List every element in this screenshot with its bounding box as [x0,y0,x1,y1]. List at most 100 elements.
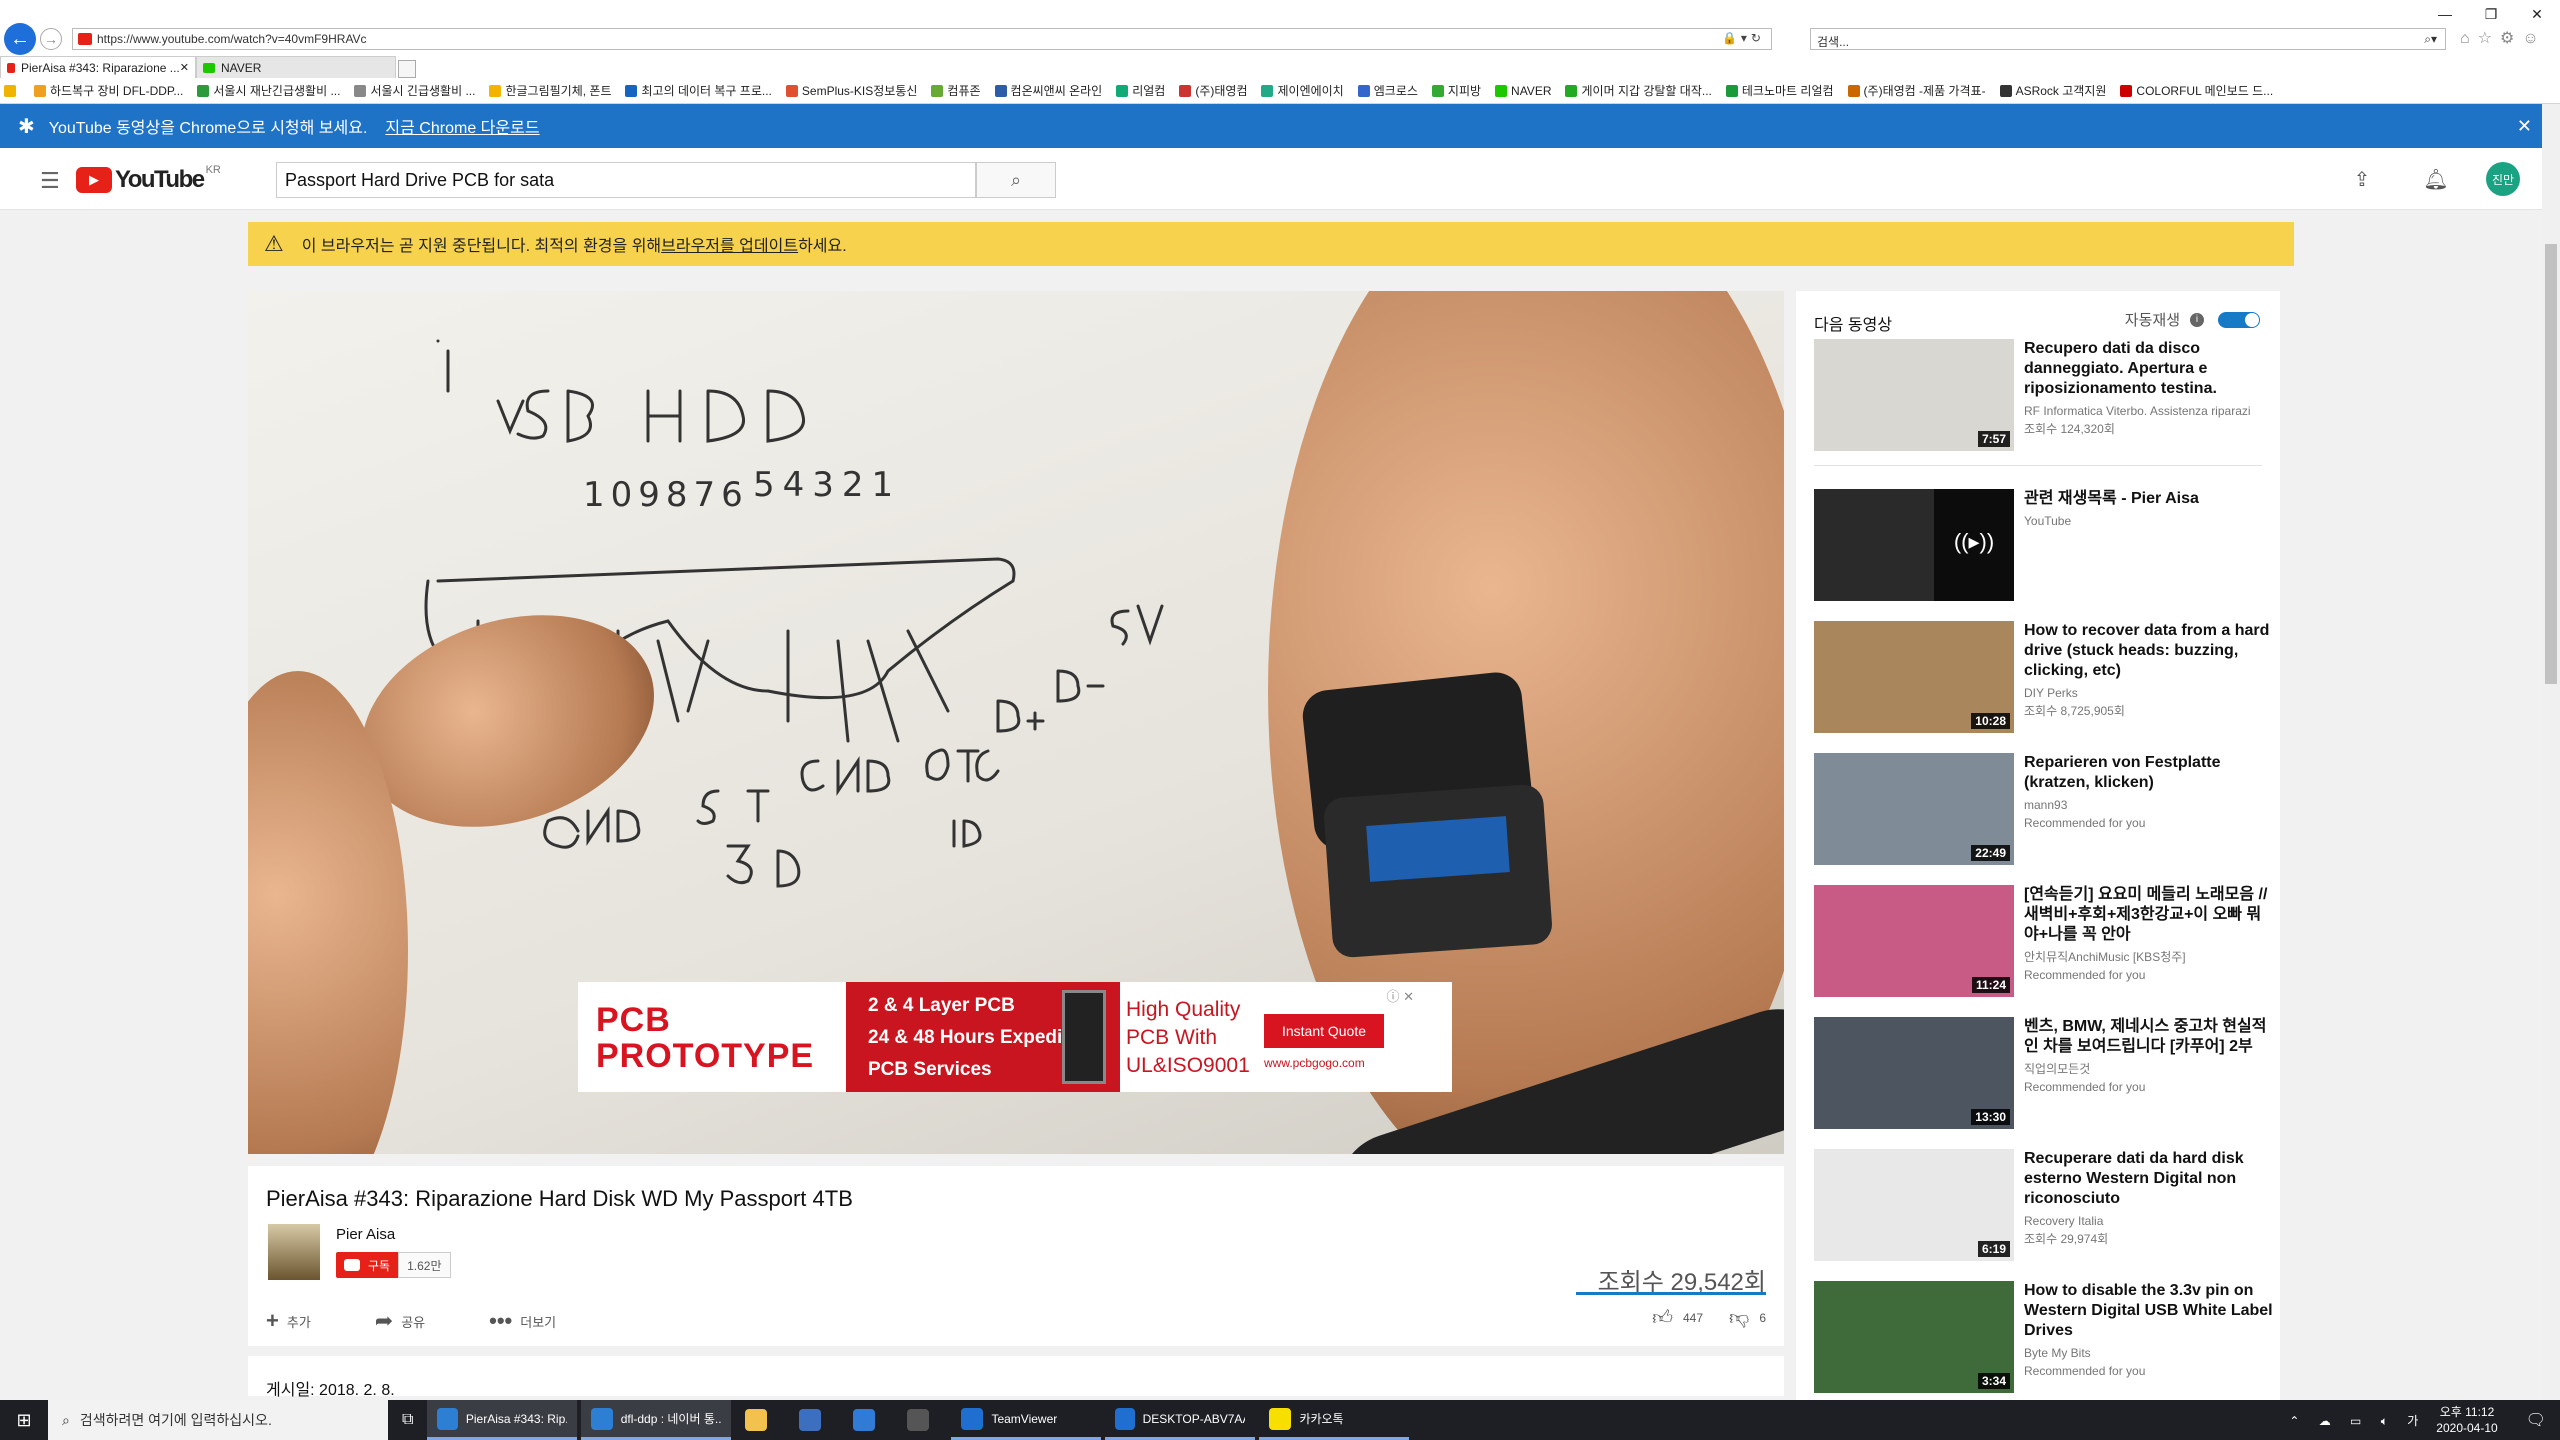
bookmark-item[interactable]: ASRock 고객지원 [1999,82,2106,99]
video-thumbnail[interactable]: 3:34 [1814,1281,2014,1393]
windows-start-icon[interactable]: ⊞ [0,1400,48,1440]
taskbar-search[interactable]: ⌕ 검색하려면 여기에 입력하십시오. [48,1400,388,1440]
taskbar-app-button[interactable] [897,1400,947,1440]
video-thumbnail[interactable]: 13:30 [1814,1017,2014,1129]
bookmark-item[interactable]: (주)태영컴 -제품 가격표- [1847,82,1986,99]
bookmark-item[interactable]: 서울시 긴급생활비 ... [354,82,475,99]
video-thumbnail[interactable]: ((▸)) [1814,489,2014,601]
task-view-icon[interactable]: ⧉ [392,1400,423,1440]
taskbar-app-button[interactable]: dfl-ddp : 네이버 통... [581,1400,732,1440]
bookmark-item[interactable]: 한글그림필기체, 폰트 [489,82,611,99]
related-video-card[interactable]: 7:57 Recupero dati da disco danneggiato. … [1814,339,2264,451]
address-bar-buttons[interactable]: 🔒▾↻ [1722,31,1765,45]
instant-quote-button[interactable]: Instant Quote [1264,1014,1384,1048]
bookmark-item[interactable]: 리얼컴 [1116,82,1165,99]
forward-button[interactable]: → [40,28,62,50]
related-video-card[interactable]: 10:28 How to recover data from a hard dri… [1814,621,2269,733]
bookmark-item[interactable]: 하드복구 장비 DFL-DDP... [34,82,183,99]
related-video-card[interactable]: 13:30 벤츠, BMW, 제네시스 중고차 현실적인 차를 보여드립니다 [카… [1814,1017,2266,1129]
bookmark-item[interactable]: 게이머 지갑 강탈할 대작... [1565,82,1712,99]
taskbar-app-button[interactable]: 카카오톡 [1259,1400,1410,1440]
search-input[interactable]: Passport Hard Drive PCB for sata [276,162,976,198]
bookmark-item[interactable]: 테크노마트 리얼컴 [1725,82,1834,99]
bookmark-item[interactable]: SemPlus-KIS정보통신 [785,82,917,99]
subscribe-label-area[interactable]: 구독 [336,1252,399,1278]
menu-icon[interactable]: ☰ [40,168,60,194]
taskbar-app-button[interactable] [843,1400,893,1440]
banner-close-icon[interactable]: ✕ [2517,116,2532,137]
related-video-title[interactable]: Recupero dati da disco danneggiato. Aper… [2024,339,2274,399]
video-player[interactable]: 109876 54321 PCB PROTOTYPE 2 & 4 Layer P… [248,291,1784,1154]
bookmark-item[interactable]: 컴온씨앤씨 온라인 [994,82,1102,99]
add-to-button[interactable]: + 추가 [266,1308,343,1334]
home-icon[interactable]: ⌂ [2460,30,2478,47]
related-video-title[interactable]: Recuperare dati da hard disk esterno Wes… [2024,1149,2274,1209]
chrome-download-link[interactable]: 지금 Chrome 다운로드 [385,114,539,138]
related-video-card[interactable]: 6:19 Recuperare dati da hard disk esterno… [1814,1149,2264,1261]
taskbar-app-button[interactable]: DESKTOP-ABV7AA... [1105,1400,1256,1440]
tray-icons[interactable]: ⌃ ☁ ▭ 🔈︎ 가 [2289,1412,2426,1429]
browser-search-box[interactable]: 검색... ⌕▾ [1810,28,2446,50]
taskbar-app-button[interactable]: TeamViewer [951,1400,1102,1440]
back-button[interactable]: ← [4,23,36,55]
related-video-card[interactable]: 22:49 Reparieren von Festplatte (kratzen,… [1814,753,2264,865]
bookmark-item[interactable]: 제이엔에이치 [1261,82,1344,99]
bookmark-item[interactable]: 지피방 [1431,82,1481,99]
ad-close-icon[interactable]: ⓘ ✕ [1386,986,1414,1005]
share-button[interactable]: ➦ 공유 [375,1308,457,1334]
clock[interactable]: 오후 11:12 2020-04-10 [2436,1404,2497,1436]
ad-url[interactable]: www.pcbgogo.com [1264,1056,1365,1070]
search-icon[interactable]: ⌕▾ [2424,32,2437,47]
upload-icon[interactable]: ⇪ [2340,162,2384,196]
taskbar-app-button[interactable] [735,1400,785,1440]
notifications-bell-icon[interactable]: 🔔︎ [2414,162,2458,196]
related-video-title[interactable]: 벤츠, BMW, 제네시스 중고차 현실적인 차를 보여드립니다 [카푸어] 2… [2024,1017,2274,1057]
related-video-card[interactable]: ((▸)) 관련 재생목록 - Pier Aisa YouTube [1814,489,2264,601]
related-video-title[interactable]: Reparieren von Festplatte (kratzen, klic… [2024,753,2274,793]
taskbar-app-button[interactable] [789,1400,839,1440]
tab-youtube[interactable]: PierAisa #343: Riparazione ... ✕ [0,56,196,78]
taskbar-app-button[interactable]: PierAisa #343: Rip... [427,1400,578,1440]
channel-name[interactable]: Pier Aisa [336,1226,395,1243]
related-video-card[interactable]: 11:24 [연속듣기] 요요미 메들리 노래모음 // 새벽비+후회+제3한강교… [1814,885,2267,997]
bookmark-item[interactable]: (주)태영컴 [1179,82,1247,99]
bookmark-item[interactable]: COLORFUL 메인보드 드... [2120,82,2273,99]
bookmark-item[interactable]: 컴퓨존 [931,82,981,99]
related-video-card[interactable]: 3:34 How to disable the 3.3v pin on Weste… [1814,1281,2273,1393]
info-icon[interactable]: i [2190,312,2204,327]
thumbs-up-icon[interactable]: 👍︎ [1652,1306,1673,1330]
related-video-title[interactable]: How to recover data from a hard drive (s… [2024,621,2274,681]
notification-center-icon[interactable]: 🗨︎ [2526,1410,2546,1430]
update-browser-link[interactable]: 브라우저를 업데이트 [661,232,798,256]
page-scrollbar[interactable] [2542,104,2560,1400]
bookmark-item[interactable]: NAVER [1495,84,1551,98]
subscribe-button[interactable]: 구독 1.62만 [336,1252,451,1278]
bookmark-item[interactable]: 엠크로스 [1357,82,1418,99]
address-bar[interactable]: https://www.youtube.com/watch?v=40vmF9HR… [72,28,1772,50]
video-thumbnail[interactable]: 6:19 [1814,1149,2014,1261]
autoplay-toggle[interactable] [2218,311,2260,328]
more-button[interactable]: ••• 더보기 [489,1308,588,1334]
favorites-star-icon[interactable] [4,84,20,97]
bookmark-item[interactable]: 서울시 재난긴급생활비 ... [197,82,340,99]
youtube-logo[interactable]: ▶ YouTube KR [76,164,221,194]
related-video-title[interactable]: How to disable the 3.3v pin on Western D… [2024,1281,2274,1341]
smiley-icon[interactable]: ☺ [2522,30,2546,47]
related-video-title[interactable]: [연속듣기] 요요미 메들리 노래모음 // 새벽비+후회+제3한강교+이 오빠… [2024,885,2274,945]
video-thumbnail[interactable]: 22:49 [1814,753,2014,865]
related-video-title[interactable]: 관련 재생목록 - Pier Aisa [2024,489,2274,509]
thumbs-down-icon[interactable]: 👎︎ [1729,1306,1749,1330]
overlay-ad[interactable]: PCB PROTOTYPE 2 & 4 Layer PCB 24 & 48 Ho… [578,982,1452,1092]
video-thumbnail[interactable]: 10:28 [1814,621,2014,733]
tab-naver[interactable]: NAVER [196,56,396,78]
new-tab-button[interactable] [398,60,416,78]
account-avatar[interactable]: 진만 [2486,162,2520,196]
video-thumbnail[interactable]: 11:24 [1814,885,2014,997]
search-button[interactable]: ⌕ [976,162,1056,198]
scrollbar-thumb[interactable] [2545,244,2557,684]
favorites-icon[interactable]: ☆ [2478,30,2500,47]
video-thumbnail[interactable]: 7:57 [1814,339,2014,451]
channel-avatar[interactable] [268,1224,320,1280]
tab-close-icon[interactable]: ✕ [180,61,189,74]
bookmark-item[interactable]: 최고의 데이터 복구 프로... [625,82,772,99]
